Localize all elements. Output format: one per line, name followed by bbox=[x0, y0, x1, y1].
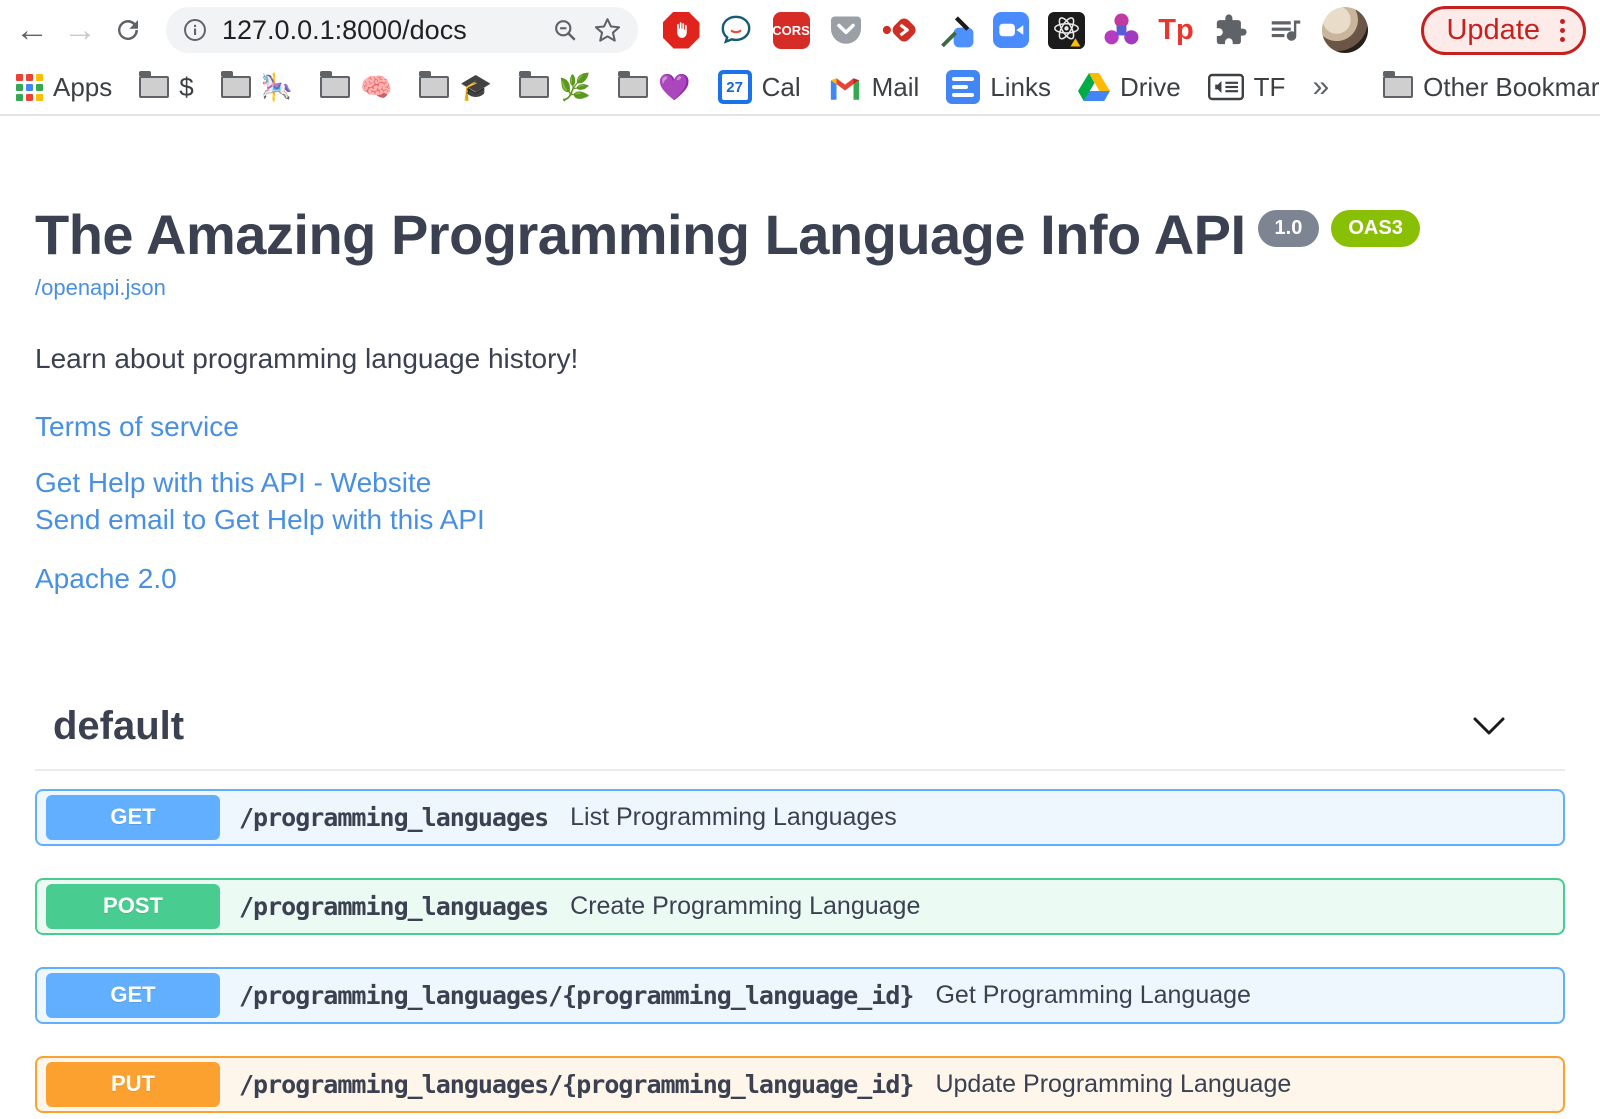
oas-badge: OAS3 bbox=[1331, 210, 1420, 247]
folder-icon bbox=[1383, 71, 1414, 98]
purple-recycle-icon[interactable] bbox=[1102, 11, 1140, 49]
update-button[interactable]: Update bbox=[1421, 5, 1586, 55]
bookmark-folder-grad[interactable]: 🎓 bbox=[419, 71, 492, 103]
bookmark-star-icon[interactable] bbox=[593, 16, 622, 45]
endpoint-row[interactable]: POST /programming_languages Create Progr… bbox=[35, 877, 1565, 935]
reload-button[interactable] bbox=[104, 6, 152, 54]
bookmark-apps[interactable]: Apps bbox=[16, 72, 112, 103]
bookmark-folder-heart[interactable]: 💜 bbox=[618, 71, 691, 103]
endpoint-row[interactable]: GET /programming_languages List Programm… bbox=[35, 788, 1565, 846]
section-title: default bbox=[53, 703, 185, 748]
folder-icon bbox=[139, 71, 170, 98]
other-bookmarks[interactable]: Other Bookmarks bbox=[1383, 71, 1600, 103]
openapi-spec-link[interactable]: /openapi.json bbox=[35, 275, 166, 301]
bookmark-mail[interactable]: Mail bbox=[828, 72, 919, 103]
adblock-icon[interactable] bbox=[662, 11, 700, 49]
api-description: Learn about programming language history… bbox=[35, 343, 579, 374]
email-help-link[interactable]: Send email to Get Help with this API bbox=[35, 502, 1565, 538]
section-header[interactable]: default bbox=[35, 694, 1565, 771]
version-badge: 1.0 bbox=[1257, 210, 1320, 247]
url-text[interactable]: 127.0.0.1:8000/docs bbox=[222, 15, 538, 46]
links-list-icon bbox=[946, 70, 981, 104]
endpoint-path: /programming_languages/{programming_lang… bbox=[239, 980, 914, 1010]
default-tag-section: default GET /programming_languages List … bbox=[35, 694, 1565, 1119]
extensions-puzzle-icon[interactable] bbox=[1212, 11, 1250, 49]
playlist-icon[interactable] bbox=[1267, 11, 1305, 49]
method-badge: PUT bbox=[46, 1061, 220, 1107]
endpoint-row[interactable]: PUT /programming_languages/{programming_… bbox=[35, 1055, 1565, 1113]
bookmark-folder-herb[interactable]: 🌿 bbox=[518, 71, 591, 103]
bookmark-links[interactable]: Links bbox=[946, 70, 1051, 104]
browser-menu-icon[interactable] bbox=[1556, 15, 1569, 46]
bookmarks-overflow-chevron[interactable]: » bbox=[1312, 70, 1329, 104]
address-bar[interactable]: 127.0.0.1:8000/docs bbox=[166, 7, 638, 53]
bookmark-folder-brain[interactable]: 🧠 bbox=[320, 71, 392, 103]
endpoint-path: /programming_languages bbox=[239, 802, 549, 832]
calendar-icon: 27 bbox=[717, 70, 752, 104]
tp-icon[interactable]: Tp bbox=[1157, 11, 1195, 49]
page-info-icon[interactable] bbox=[182, 17, 208, 43]
zoom-video-icon[interactable] bbox=[992, 11, 1030, 49]
color-picker-icon[interactable] bbox=[937, 11, 975, 49]
pocket-icon[interactable] bbox=[827, 11, 865, 49]
back-button[interactable]: ← bbox=[8, 6, 56, 54]
method-badge: GET bbox=[46, 794, 220, 840]
react-devtools-icon[interactable] bbox=[1047, 11, 1085, 49]
website-help-link[interactable]: Get Help with this API - Website bbox=[35, 465, 1565, 501]
update-label: Update bbox=[1446, 13, 1540, 46]
endpoint-summary: Update Programming Language bbox=[935, 1069, 1292, 1098]
reload-icon bbox=[118, 20, 139, 41]
folder-icon bbox=[320, 71, 351, 98]
zoom-out-icon[interactable] bbox=[552, 17, 579, 44]
bookmarks-bar: Apps $ 🎠 🧠 🎓 🌿 💜 27 Cal Mail Links Drive… bbox=[0, 60, 1600, 116]
bookmark-folder-carousel[interactable]: 🎠 bbox=[220, 71, 293, 103]
folder-icon bbox=[220, 71, 251, 98]
redirect-arrow-icon[interactable] bbox=[882, 11, 920, 49]
folder-icon bbox=[618, 71, 649, 98]
method-badge: GET bbox=[46, 972, 220, 1018]
endpoint-path: /programming_languages bbox=[239, 891, 549, 921]
bookmark-tf[interactable]: TF bbox=[1207, 72, 1285, 103]
gmail-icon bbox=[830, 78, 859, 100]
endpoint-list: GET /programming_languages List Programm… bbox=[35, 771, 1565, 1119]
bookmark-drive[interactable]: Drive bbox=[1078, 72, 1181, 103]
endpoint-row[interactable]: GET /programming_languages/{programming_… bbox=[35, 966, 1565, 1024]
endpoint-summary: List Programming Languages bbox=[570, 802, 897, 831]
terms-of-service-link[interactable]: Terms of service bbox=[35, 409, 1565, 445]
api-title-line: The Amazing Programming Language Info AP… bbox=[35, 202, 1565, 267]
extension-area: CORS Tp bbox=[662, 7, 1421, 53]
chat-bubble-icon[interactable] bbox=[717, 11, 755, 49]
endpoint-path: /programming_languages/{programming_lang… bbox=[239, 1069, 914, 1099]
method-badge: POST bbox=[46, 883, 220, 929]
cors-icon[interactable]: CORS bbox=[772, 11, 810, 49]
folder-icon bbox=[419, 71, 450, 98]
bookmark-calendar[interactable]: 27 Cal bbox=[717, 70, 801, 104]
apps-grid-icon bbox=[16, 73, 43, 101]
chevron-down-icon[interactable] bbox=[1473, 717, 1505, 736]
browser-toolbar: ← → 127.0.0.1:8000/docs CORS Tp Update bbox=[0, 0, 1600, 60]
swagger-page: The Amazing Programming Language Info AP… bbox=[0, 202, 1600, 1119]
page-title: The Amazing Programming Language Info AP… bbox=[35, 203, 1246, 266]
profile-avatar[interactable] bbox=[1322, 7, 1368, 53]
forward-button[interactable]: → bbox=[56, 6, 104, 54]
bookmark-folder-dollar[interactable]: $ bbox=[139, 71, 194, 103]
tf-card-icon bbox=[1207, 73, 1244, 101]
license-link[interactable]: Apache 2.0 bbox=[35, 561, 1565, 597]
drive-icon bbox=[1078, 73, 1110, 101]
endpoint-summary: Get Programming Language bbox=[935, 980, 1251, 1009]
endpoint-summary: Create Programming Language bbox=[570, 891, 921, 920]
folder-icon bbox=[518, 71, 549, 98]
